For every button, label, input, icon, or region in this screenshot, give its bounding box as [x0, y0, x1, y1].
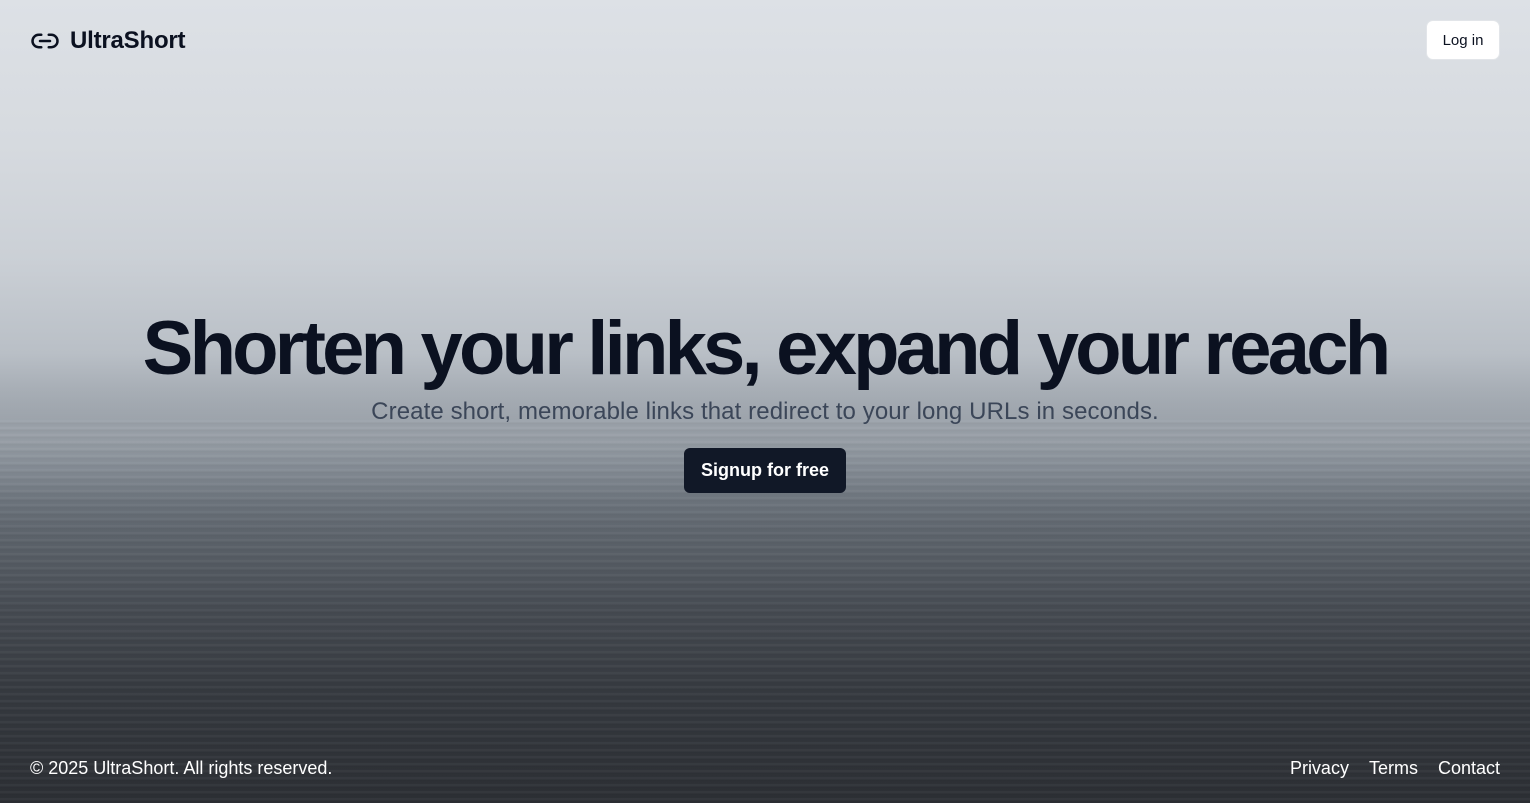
- footer-link-privacy[interactable]: Privacy: [1290, 758, 1349, 779]
- brand-name: UltraShort: [70, 27, 186, 54]
- signup-button[interactable]: Signup for free: [684, 448, 846, 493]
- copyright-text: © 2025 UltraShort. All rights reserved.: [30, 758, 333, 778]
- brand-logo[interactable]: UltraShort: [30, 26, 186, 56]
- hero-section: Shorten your links, expand your reach Cr…: [0, 306, 1530, 493]
- link-icon: [31, 33, 59, 49]
- hero-title: Shorten your links, expand your reach: [142, 306, 1391, 391]
- footer-link-terms[interactable]: Terms: [1369, 758, 1418, 779]
- footer-link-contact[interactable]: Contact: [1438, 758, 1500, 779]
- site-footer: © 2025 UltraShort. All rights reserved. …: [0, 743, 1530, 803]
- site-header: UltraShort Log in: [0, 0, 1530, 80]
- hero-subtitle: Create short, memorable links that redir…: [371, 398, 1159, 425]
- footer-nav: Privacy Terms Contact: [1290, 758, 1500, 779]
- login-button[interactable]: Log in: [1426, 20, 1500, 60]
